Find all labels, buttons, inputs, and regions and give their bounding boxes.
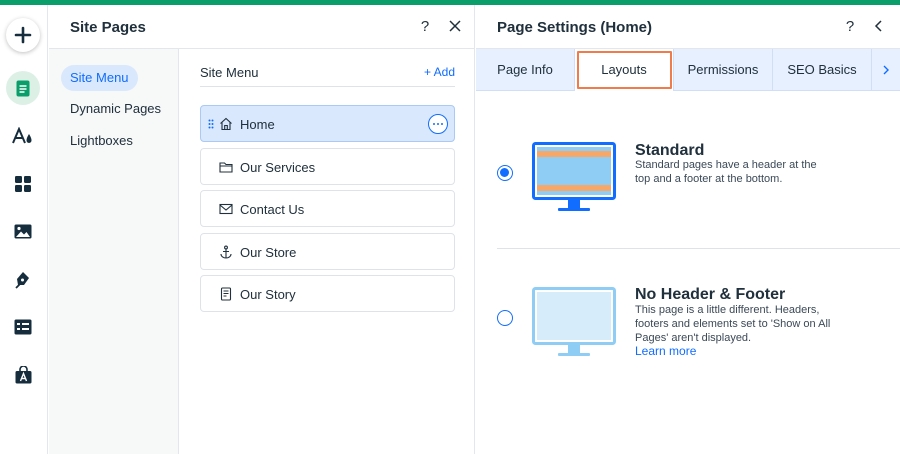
active-tab-highlight xyxy=(577,51,672,89)
plus-icon xyxy=(14,26,32,44)
layout-standard-description: Standard pages have a header at the top … xyxy=(635,159,817,185)
nav-item-site-menu[interactable]: Site Menu xyxy=(61,65,138,91)
site-pages-title: Site Pages xyxy=(70,19,146,36)
design-icon xyxy=(12,127,32,144)
page-label-home: Home xyxy=(240,117,275,132)
page-settings-panel: Page Settings (Home) ? Page Info Layouts… xyxy=(476,5,900,454)
page-settings-header: Page Settings (Home) ? xyxy=(476,5,900,49)
cms-button[interactable] xyxy=(6,310,40,344)
tab-seo-basics[interactable]: SEO Basics xyxy=(773,49,872,91)
tab-page-info[interactable]: Page Info xyxy=(476,49,575,91)
anchor-icon xyxy=(220,245,232,259)
page-actions-button[interactable] xyxy=(428,114,448,134)
left-toolbar xyxy=(0,5,48,454)
page-label-our-services: Our Services xyxy=(240,160,316,175)
blog-button[interactable] xyxy=(6,263,40,297)
document-icon xyxy=(220,287,232,301)
layout-no-header-footer-radio[interactable] xyxy=(497,310,513,326)
no-header-footer-monitor-icon[interactable] xyxy=(532,287,616,359)
page-settings-title: Page Settings (Home) xyxy=(497,19,653,36)
site-menu-title: Site Menu xyxy=(200,65,259,80)
mail-icon xyxy=(219,203,233,215)
page-row-home[interactable]: Home xyxy=(200,105,455,142)
apps-grid-icon xyxy=(15,176,31,192)
layout-no-header-footer-name: No Header & Footer xyxy=(635,286,786,303)
learn-more-link[interactable]: Learn more xyxy=(635,344,696,358)
help-button[interactable]: ? xyxy=(416,17,434,35)
site-pages-panel: Site Pages ? Site Menu Dynamic Pages Lig… xyxy=(49,5,475,454)
add-apps-button[interactable] xyxy=(6,167,40,201)
page-row-our-story[interactable]: Our Story xyxy=(200,275,455,312)
layout-standard-radio[interactable] xyxy=(497,165,513,181)
app-market-button[interactable] xyxy=(6,358,40,392)
pages-menu-button[interactable] xyxy=(6,71,40,105)
help-icon: ? xyxy=(420,17,430,35)
chevron-right-icon xyxy=(883,65,889,75)
layouts-divider xyxy=(497,248,900,249)
media-icon xyxy=(14,224,32,238)
design-button[interactable] xyxy=(6,119,40,153)
page-row-contact-us[interactable]: Contact Us xyxy=(200,190,455,227)
pages-icon xyxy=(16,80,30,96)
site-pages-header: Site Pages ? xyxy=(49,5,474,49)
app-market-icon xyxy=(15,366,31,384)
back-button[interactable] xyxy=(869,17,887,35)
close-icon xyxy=(449,20,461,32)
add-elements-button[interactable] xyxy=(6,18,40,52)
drag-handle-icon[interactable] xyxy=(208,119,214,129)
close-button[interactable] xyxy=(446,17,464,35)
page-label-our-store: Our Store xyxy=(240,245,297,260)
tabs-scroll-right-button[interactable] xyxy=(872,49,900,91)
tab-permissions[interactable]: Permissions xyxy=(674,49,773,91)
divider xyxy=(200,86,455,87)
page-label-contact-us: Contact Us xyxy=(240,202,305,217)
folder-icon xyxy=(219,162,233,173)
add-page-button[interactable]: + Add xyxy=(424,65,455,79)
nav-item-lightboxes[interactable]: Lightboxes xyxy=(61,128,142,154)
home-icon xyxy=(220,117,232,131)
settings-tabs: Page Info Layouts Permissions SEO Basics xyxy=(476,49,900,91)
site-menu-list: Site Menu + Add Home Our Services Contac… xyxy=(200,49,455,454)
pages-nav: Site Menu Dynamic Pages Lightboxes xyxy=(49,49,179,454)
table-icon xyxy=(14,319,32,335)
media-button[interactable] xyxy=(6,214,40,248)
chevron-left-icon xyxy=(874,20,882,32)
nav-item-dynamic-pages[interactable]: Dynamic Pages xyxy=(61,96,170,122)
help-icon: ? xyxy=(845,17,855,35)
standard-layout-monitor-icon[interactable] xyxy=(532,142,616,214)
settings-help-button[interactable]: ? xyxy=(841,17,859,35)
page-label-our-story: Our Story xyxy=(240,287,296,302)
pen-icon xyxy=(15,272,29,289)
more-icon xyxy=(433,123,443,125)
page-row-our-store[interactable]: Our Store xyxy=(200,233,455,270)
page-row-our-services[interactable]: Our Services xyxy=(200,148,455,185)
layout-no-header-footer-description: This page is a little different. Headers… xyxy=(635,304,831,344)
